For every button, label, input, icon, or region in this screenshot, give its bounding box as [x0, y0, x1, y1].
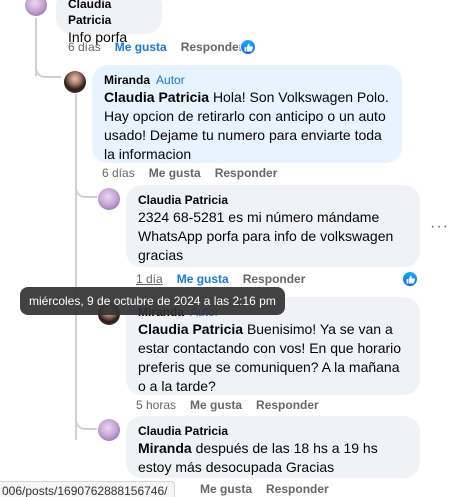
comment-author[interactable]: Claudia Patricia: [138, 423, 408, 439]
comment-time[interactable]: 5 horas: [136, 398, 176, 412]
avatar[interactable]: [98, 188, 120, 210]
like-button[interactable]: Me gusta: [149, 166, 201, 180]
reply-button[interactable]: Responder: [215, 166, 278, 180]
avatar[interactable]: [64, 71, 86, 93]
comment-bubble: Claudia Patricia Miranda después de las …: [126, 416, 420, 478]
comment-actions: Me gusta Responder: [200, 482, 329, 496]
avatar[interactable]: [98, 419, 120, 441]
like-button[interactable]: Me gusta: [177, 272, 229, 286]
comment-author[interactable]: Claudia Patricia: [138, 192, 408, 208]
thread-connector: [35, 62, 61, 78]
author-badge: Autor: [156, 73, 185, 87]
reply-button[interactable]: Responder: [181, 40, 244, 54]
comment-bubble: Claudia Patricia Info porfa: [56, 0, 162, 45]
like-button[interactable]: Me gusta: [115, 40, 167, 54]
comment-actions: 6 días Me gusta Responder: [68, 40, 243, 54]
comment-bubble: Claudia Patricia 2324 68-5281 es mi núme…: [126, 185, 420, 267]
timestamp-tooltip: miércoles, 9 de octubre de 2024 a las 2:…: [20, 287, 285, 315]
comment-time[interactable]: 6 días: [68, 40, 101, 54]
reply-button[interactable]: Responder: [256, 398, 319, 412]
mention-link[interactable]: Miranda: [138, 440, 192, 456]
comment-actions: 6 días Me gusta Responder: [102, 166, 277, 180]
mention-link[interactable]: Claudia Patricia: [104, 89, 209, 105]
comment-text: Miranda después de las 18 hs a 19 hs est…: [138, 440, 378, 475]
like-button[interactable]: Me gusta: [200, 482, 252, 496]
thread-line: [75, 94, 77, 440]
like-reaction-icon[interactable]: [240, 39, 256, 55]
status-bar-url: 006/posts/1690762888156746/: [0, 481, 175, 497]
comment-text: Claudia Patricia Buenisimo! Ya se van a …: [138, 321, 402, 394]
reply-button[interactable]: Responder: [243, 272, 306, 286]
comment-bubble: Miranda Autor Claudia Patricia Hola! Son …: [92, 65, 402, 163]
comment-text: 2324 68-5281 es mi número mándame WhatsA…: [138, 209, 394, 263]
mention-link[interactable]: Claudia Patricia: [138, 321, 243, 337]
comment-actions: 5 horas Me gusta Responder: [136, 398, 319, 412]
like-button[interactable]: Me gusta: [190, 398, 242, 412]
avatar[interactable]: [25, 0, 47, 16]
thread-connector: [75, 418, 97, 430]
comment-author[interactable]: MirandaAutor: [104, 72, 390, 88]
comment-time[interactable]: 1 día: [136, 272, 163, 286]
comment-actions: 1 día Me gusta Responder: [136, 272, 305, 286]
comment-text: Claudia Patricia Hola! Son Volkswagen Po…: [104, 89, 389, 162]
reply-button[interactable]: Responder: [266, 482, 329, 496]
comment-time[interactable]: 6 días: [102, 166, 135, 180]
like-reaction-icon[interactable]: [402, 271, 418, 287]
thread-connector: [75, 186, 97, 198]
more-options-icon[interactable]: ···: [430, 218, 449, 236]
comment-author[interactable]: Claudia Patricia: [68, 0, 150, 28]
